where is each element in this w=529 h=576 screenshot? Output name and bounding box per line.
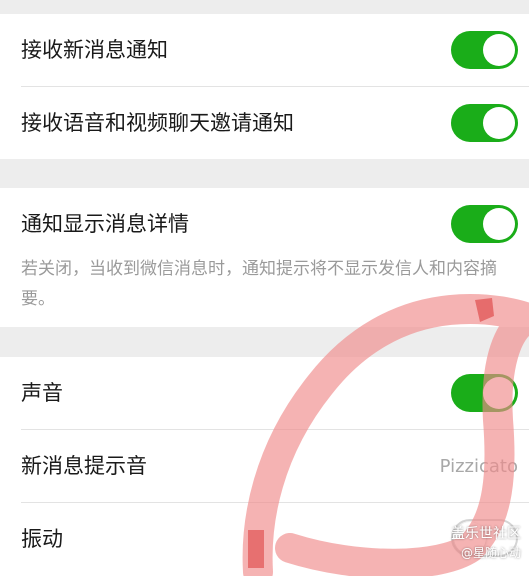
show-details-toggle[interactable]: [451, 205, 518, 243]
toggle-knob: [483, 377, 515, 409]
show-details-description: 若关闭，当收到微信消息时，通知提示将不显示发信人和内容摘要。: [21, 259, 497, 309]
receive-new-message-row[interactable]: 接收新消息通知: [0, 14, 529, 86]
watermark-line1: 盖乐世社区: [451, 526, 521, 542]
receive-new-message-label: 接收新消息通知: [21, 38, 168, 62]
voice-video-invite-toggle[interactable]: [451, 104, 518, 142]
toggle-knob: [483, 208, 515, 240]
sound-row[interactable]: 声音: [0, 357, 529, 429]
message-detail-group: 通知显示消息详情 若关闭，当收到微信消息时，通知提示将不显示发信人和内容摘要。: [0, 188, 529, 327]
receive-new-message-toggle[interactable]: [451, 31, 518, 69]
watermark-line2: @星随心动: [460, 546, 521, 560]
sound-toggle[interactable]: [451, 374, 518, 412]
ringtone-value: Pizzicato: [439, 456, 518, 477]
voice-video-invite-label: 接收语音和视频聊天邀请通知: [21, 111, 294, 135]
toggle-knob: [483, 107, 515, 139]
show-details-label: 通知显示消息详情: [21, 212, 189, 236]
notification-settings-group: 接收新消息通知 接收语音和视频聊天邀请通知: [0, 14, 529, 159]
vibrate-row[interactable]: 振动: [0, 503, 529, 575]
voice-video-invite-row[interactable]: 接收语音和视频聊天邀请通知: [0, 87, 529, 159]
ringtone-label: 新消息提示音: [21, 454, 147, 478]
ringtone-row[interactable]: 新消息提示音 Pizzicato: [0, 430, 529, 502]
show-details-row[interactable]: 通知显示消息详情: [0, 188, 529, 260]
sound-vibration-group: 声音 新消息提示音 Pizzicato 振动: [0, 357, 529, 576]
vibrate-label: 振动: [21, 527, 63, 551]
sound-label: 声音: [21, 381, 63, 405]
toggle-knob: [483, 34, 515, 66]
